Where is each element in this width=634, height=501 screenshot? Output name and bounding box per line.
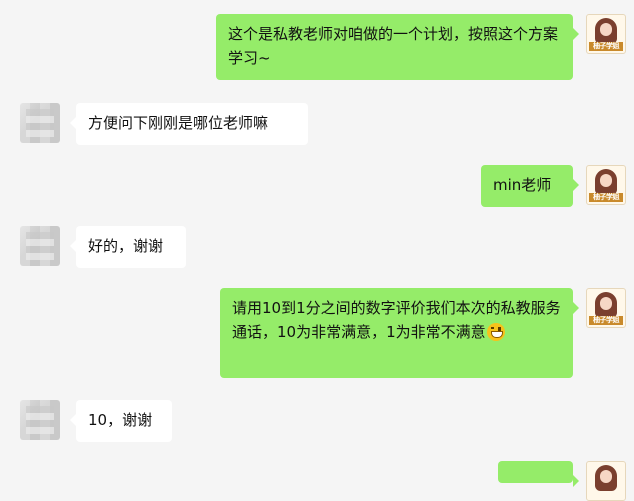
contact-avatar[interactable] [20,400,60,440]
avatar-brand-text: 柚子学姐 [593,42,620,50]
grinning-face-emoji-icon [486,323,505,341]
my-avatar[interactable]: 柚子学姐 [586,14,626,54]
avatar-brand-text: 柚子学姐 [593,193,620,201]
my-avatar[interactable] [586,461,626,501]
message-text: 方便问下刚刚是哪位老师嘛 [88,114,269,132]
my-avatar[interactable]: 柚子学姐 [586,165,626,205]
message-bubble-incoming[interactable]: 方便问下刚刚是哪位老师嘛 [70,103,308,145]
message-text: 好的，谢谢 [88,237,164,255]
contact-avatar[interactable] [20,103,60,143]
avatar-face [600,174,612,187]
message-bubble-outgoing-partial[interactable] [498,461,579,487]
message-text: 这个是私教老师对咱做的一个计划，按照这个方案学习~ [228,25,559,67]
message-bubble-incoming[interactable]: 10，谢谢 [70,400,172,442]
message-text: min老师 [493,176,552,194]
message-text: 请用10到1分之间的数字评价我们本次的私教服务通话，10为非常满意，1为非常不满… [232,299,561,341]
message-bubble-outgoing[interactable]: 请用10到1分之间的数字评价我们本次的私教服务通话，10为非常满意，1为非常不满… [220,288,579,378]
chat-window: 这个是私教老师对咱做的一个计划，按照这个方案学习~ 柚子学姐 方便问下刚刚是哪位… [0,0,634,501]
message-bubble-outgoing[interactable]: min老师 [481,165,579,207]
my-avatar[interactable]: 柚子学姐 [586,288,626,328]
avatar-face [600,470,612,483]
contact-avatar[interactable] [20,226,60,266]
message-text: 10，谢谢 [88,411,153,429]
avatar-face [600,23,612,36]
avatar-face [600,297,612,310]
message-bubble-outgoing[interactable]: 这个是私教老师对咱做的一个计划，按照这个方案学习~ [216,14,579,80]
avatar-brand-text: 柚子学姐 [593,316,620,324]
message-bubble-incoming[interactable]: 好的，谢谢 [70,226,186,268]
